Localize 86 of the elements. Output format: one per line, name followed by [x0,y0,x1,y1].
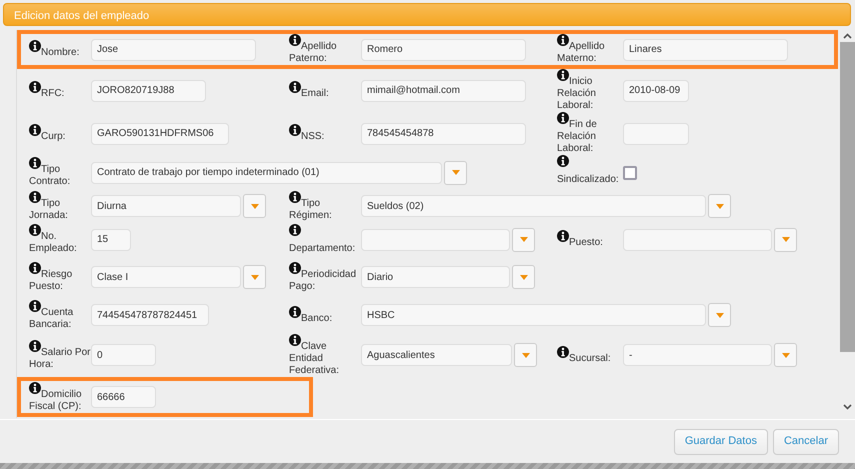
select-field[interactable]: HSBC [361,304,706,326]
field-label: Tipo Jornada: [29,198,68,220]
caret-icon [520,274,528,280]
field-label: Salario Por Hora: [29,346,90,370]
field-label: Sucursal: [569,352,611,364]
select-field[interactable] [623,228,772,250]
caret-icon [716,312,724,318]
info-icon[interactable] [289,306,301,318]
info-icon[interactable] [29,124,41,136]
info-icon[interactable] [289,334,301,346]
text-field[interactable]: Linares [623,38,788,60]
info-icon[interactable] [29,300,41,312]
caret-icon [522,352,530,358]
text-field[interactable]: Jose [91,38,256,60]
field-label: Curp: [41,131,66,142]
select-field[interactable]: Contrato de trabajo por tiempo indeterminado (01) [91,162,442,184]
info-icon[interactable] [29,382,41,394]
field-label: Fin de Relación Laboral: [557,119,597,154]
info-icon[interactable] [29,224,41,236]
info-icon[interactable] [557,230,569,242]
info-icon[interactable] [557,346,569,358]
select-field[interactable]: - [623,344,772,366]
text-field[interactable]: mimail@hotmail.com [361,80,526,102]
info-icon[interactable] [29,340,41,352]
text-field[interactable]: 66666 [91,386,156,408]
info-icon[interactable] [557,69,569,81]
info-icon[interactable] [289,190,301,202]
info-icon[interactable] [557,155,569,167]
info-icon[interactable] [289,224,301,236]
select-field[interactable]: Sueldos (02) [361,195,706,217]
caret-icon [452,170,460,175]
caret-icon [520,237,528,242]
scroll-down-icon[interactable] [843,404,852,410]
field-label: Puesto: [569,237,603,248]
field-label: Riesgo Puesto: [29,268,72,292]
caret-icon [716,204,724,208]
field-label: Departamento: [289,243,356,254]
dialog-title-bar: Edicion datos del empleado [3,3,851,26]
info-icon[interactable] [289,34,301,46]
field-label: Tipo Régimen: [289,198,332,220]
field-label: Apellido Paterno: [289,41,337,64]
checkbox[interactable] [622,166,637,180]
text-field[interactable]: JORO820719J88 [91,80,206,102]
field-label: Periodicidad Pago: [289,268,356,292]
field-label: Sindicalizado: [557,174,619,185]
field-label: RFC: [41,88,64,99]
info-icon[interactable] [289,262,301,274]
text-field[interactable]: 15 [91,228,131,250]
info-icon[interactable] [29,262,41,274]
field-label: NSS: [301,131,324,142]
field-label: Cuenta Bancaria: [29,306,74,330]
field-label: Clave Entidad Federativa: [289,340,340,376]
select-field[interactable]: Aguascalientes [361,344,512,366]
text-field[interactable]: 0 [91,344,156,366]
info-icon[interactable] [29,81,41,93]
text-field[interactable]: GARO590131HDFRMS06 [91,122,229,144]
text-field[interactable]: 784545454878 [361,122,526,144]
caret-icon [250,204,258,208]
select-field[interactable]: Diario [361,266,510,288]
text-field[interactable]: Romero [361,38,526,60]
field-label: Tipo Contrato: [29,164,70,187]
info-icon[interactable] [29,157,41,169]
info-icon[interactable] [29,40,41,52]
select-field[interactable] [361,228,510,250]
text-field[interactable]: 744545478787824451 [91,304,209,326]
field-label: No. Empleado: [29,231,77,254]
caret-icon [250,274,258,280]
scrollbar-thumb[interactable] [840,42,855,352]
scroll-up-icon[interactable] [843,33,852,39]
field-label: Domicilio Fiscal (CP): [29,388,82,412]
info-icon[interactable] [289,81,301,93]
field-label: Email: [301,88,329,99]
info-icon[interactable] [557,112,569,124]
caret-icon [782,237,790,242]
text-field[interactable] [623,122,689,144]
caret-icon [782,352,790,358]
select-field[interactable]: Clase I [91,266,241,288]
text-field[interactable]: 2010-08-09 [623,80,689,102]
field-label: Nombre: [41,47,80,58]
field-label: Apellido Materno: [557,41,605,64]
info-icon[interactable] [557,34,569,46]
field-label: Banco: [301,312,332,324]
info-icon[interactable] [289,124,301,136]
info-icon[interactable] [29,190,41,202]
field-label: Inicio Relación Laboral: [557,76,596,111]
select-field[interactable]: Diurna [91,195,241,217]
